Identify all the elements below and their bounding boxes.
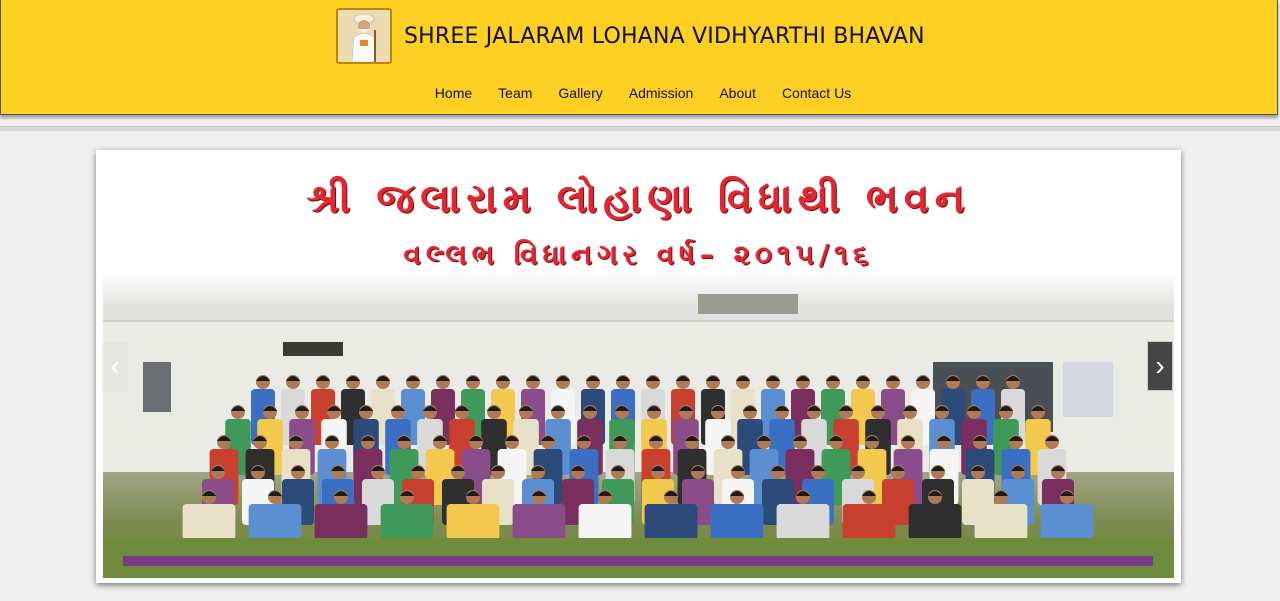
person-hair — [586, 376, 600, 381]
person-hair — [826, 376, 840, 381]
person-hair — [496, 376, 510, 381]
person-hair — [1031, 406, 1045, 411]
person — [974, 504, 1028, 540]
person — [908, 504, 962, 540]
person — [446, 504, 500, 540]
person — [710, 504, 764, 540]
banner-subtitle: વલ્લભ વિધાનગર વર્ષ– ૨૦૧૫/૧૬ — [403, 238, 874, 271]
header-divider — [0, 126, 1280, 131]
nav-team[interactable]: Team — [485, 85, 545, 101]
student-group — [182, 375, 1094, 540]
nav-home[interactable]: Home — [422, 85, 485, 101]
person-hair — [406, 376, 420, 381]
person — [182, 504, 236, 540]
person-hair — [526, 376, 540, 381]
person — [578, 504, 632, 540]
person-hair — [856, 376, 870, 381]
purple-mat — [123, 556, 1153, 566]
person-hair — [736, 376, 750, 381]
person — [842, 504, 896, 540]
person-hair — [976, 376, 990, 381]
person-hair — [676, 376, 690, 381]
person-hair — [916, 376, 930, 381]
person-hair — [646, 376, 660, 381]
person-hair — [256, 376, 270, 381]
chevron-right-icon[interactable]: › — [1147, 341, 1173, 391]
main-nav: Home Team Gallery Admission About Contac… — [1, 85, 1277, 101]
person-hair — [346, 376, 360, 381]
person-hair — [436, 376, 450, 381]
group-photo — [103, 270, 1174, 578]
person-hair — [231, 406, 245, 411]
nav-gallery[interactable]: Gallery — [545, 85, 615, 101]
person — [644, 504, 698, 540]
person-hair — [766, 376, 780, 381]
nav-about[interactable]: About — [706, 85, 769, 101]
person — [1040, 504, 1094, 540]
brand[interactable]: SHREE JALARAM LOHANA VIDHYARTHI BHAVAN — [336, 8, 925, 64]
person — [380, 504, 434, 540]
person-hair — [706, 376, 720, 381]
person — [314, 504, 368, 540]
person-hair — [376, 376, 390, 381]
site-title[interactable]: SHREE JALARAM LOHANA VIDHYARTHI BHAVAN — [404, 24, 925, 49]
person — [512, 504, 566, 540]
site-header: SHREE JALARAM LOHANA VIDHYARTHI BHAVAN H… — [0, 0, 1278, 115]
person-hair — [286, 376, 300, 381]
person-hair — [946, 376, 960, 381]
person-hair — [616, 376, 630, 381]
banner-title: શ્રી જલારામ લોહાણા વિધાથી ભવન — [306, 176, 971, 222]
person-hair — [886, 376, 900, 381]
nav-admission[interactable]: Admission — [616, 85, 707, 101]
person-hair — [1006, 376, 1020, 381]
person — [248, 504, 302, 540]
person — [776, 504, 830, 540]
jalaram-bapa-portrait-icon[interactable] — [336, 8, 392, 64]
nav-contact-us[interactable]: Contact Us — [769, 85, 864, 101]
person-hair — [556, 376, 570, 381]
image-slider[interactable]: શ્રી જલારામ લોહાણા વિધાથી ભવન વલ્લભ વિધા… — [96, 150, 1181, 583]
person-hair — [316, 376, 330, 381]
chevron-left-icon[interactable]: ‹ — [102, 342, 128, 392]
person-hair — [466, 376, 480, 381]
person-hair — [796, 376, 810, 381]
